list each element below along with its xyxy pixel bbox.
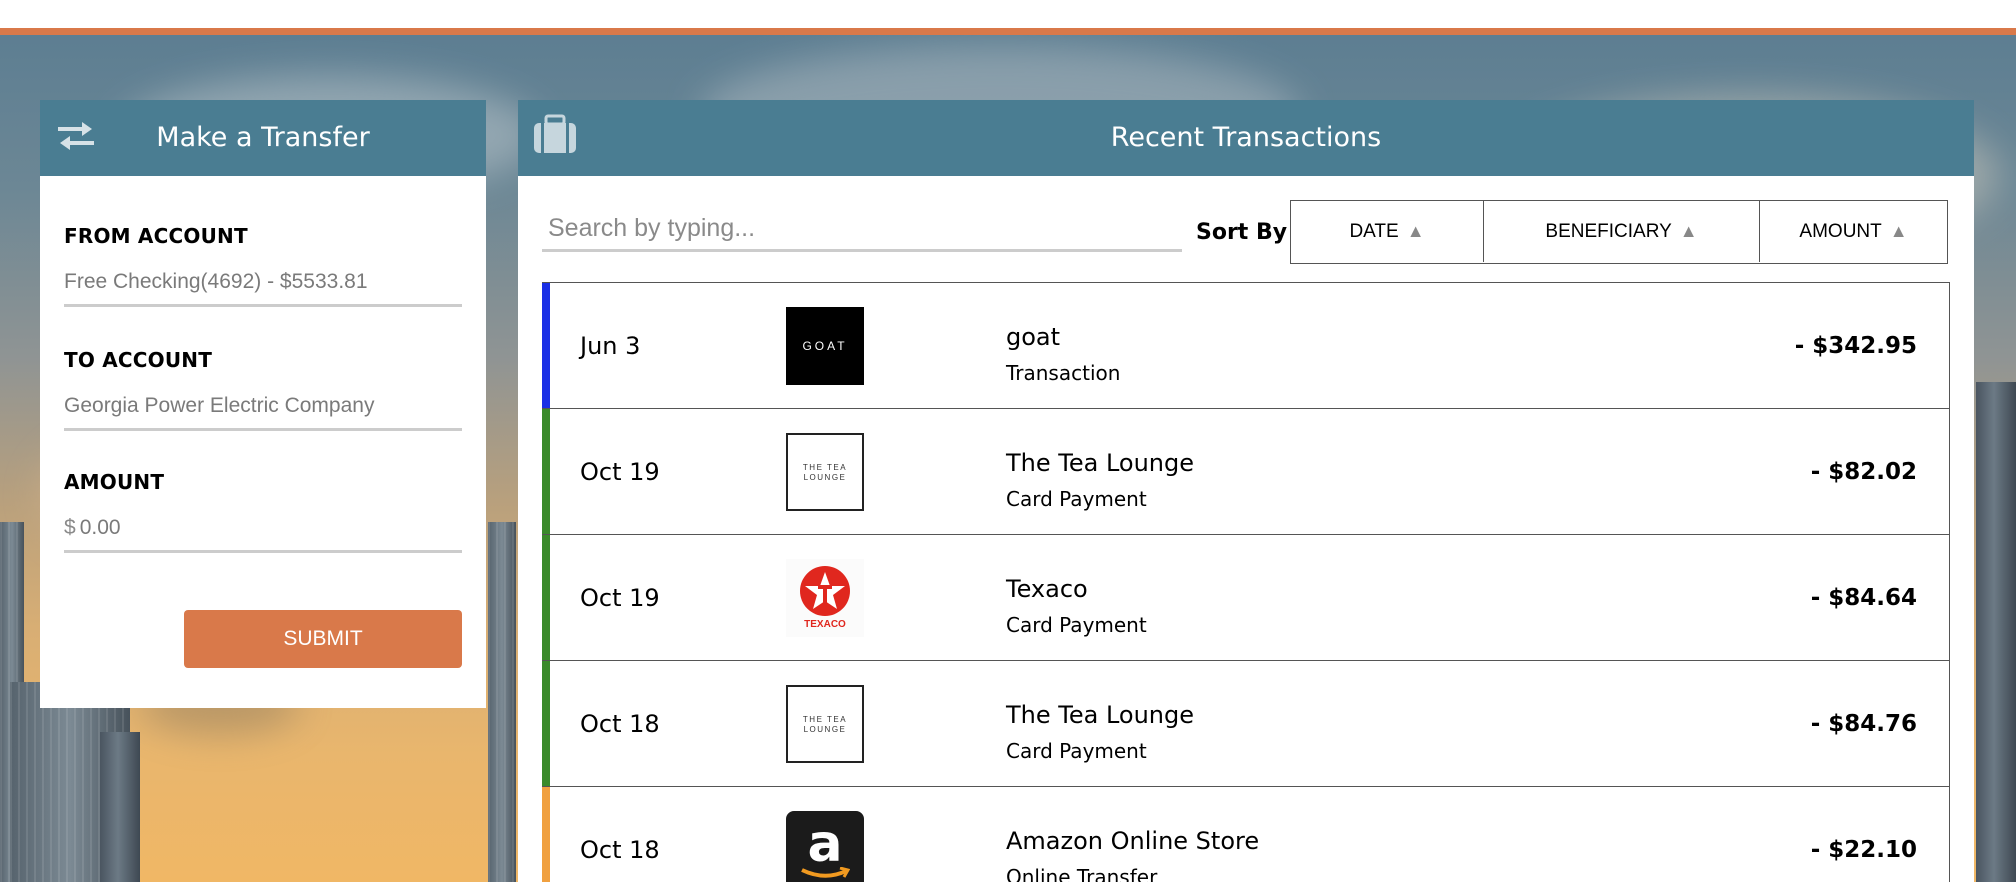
tea-lounge-logo: THE TEA LOUNGE (786, 685, 864, 763)
transfer-panel-title: Make a Transfer (156, 122, 370, 153)
transaction-type: Transaction (1006, 361, 1121, 385)
tea-lounge-logo-text: THE TEA LOUNGE (802, 715, 848, 734)
transaction-name: The Tea Lounge (1006, 449, 1195, 477)
page: Make a Transfer FROM ACCOUNT Free Checki… (0, 0, 2016, 882)
search-input[interactable] (542, 214, 1182, 243)
top-accent-bar (0, 28, 2016, 35)
goat-logo: GOAT (786, 307, 864, 385)
transaction-row[interactable]: Oct 19 THE TEA LOUNGE The Tea Lounge Car… (542, 409, 1950, 535)
transaction-name: The Tea Lounge (1006, 701, 1195, 729)
transactions-panel: Recent Transactions Sort By DATE ▲ BENEF… (518, 100, 1974, 882)
transaction-row[interactable]: Jun 3 GOAT goat Transaction - $342.95 (542, 283, 1950, 409)
transaction-list: Jun 3 GOAT goat Transaction - $342.95 Oc… (542, 282, 1950, 882)
goat-logo-text: GOAT (802, 339, 848, 353)
texaco-logo-text: TEXACO (804, 619, 846, 630)
transaction-type: Card Payment (1006, 739, 1147, 763)
transaction-name: Amazon Online Store (1006, 827, 1260, 855)
transaction-amount: - $82.02 (1810, 459, 1917, 485)
sort-date-button[interactable]: DATE ▲ (1291, 201, 1483, 262)
sort-up-icon: ▲ (1679, 221, 1698, 241)
sort-up-icon: ▲ (1406, 221, 1425, 241)
transactions-panel-title: Recent Transactions (1110, 122, 1382, 153)
transaction-date: Oct 19 (580, 584, 660, 612)
transaction-amount: - $84.76 (1810, 711, 1917, 737)
transaction-name: goat (1006, 323, 1061, 351)
sort-beneficiary-label: BENEFICIARY (1545, 220, 1672, 242)
category-accent (542, 535, 550, 660)
sort-beneficiary-button[interactable]: BENEFICIARY ▲ (1483, 201, 1759, 262)
transaction-row[interactable]: Oct 18 THE TEA LOUNGE The Tea Lounge Car… (542, 661, 1950, 787)
transaction-row[interactable]: Oct 18 a Amazon Online Store Online Tran… (542, 787, 1950, 882)
sort-amount-label: AMOUNT (1799, 220, 1882, 242)
to-account-label: TO ACCOUNT (64, 348, 213, 372)
search-field[interactable] (542, 214, 1182, 252)
transaction-date: Oct 18 (580, 836, 660, 864)
from-account-label: FROM ACCOUNT (64, 224, 248, 248)
transactions-panel-header: Recent Transactions (518, 100, 1974, 176)
sort-amount-button[interactable]: AMOUNT ▲ (1759, 201, 1947, 262)
tea-lounge-logo-text: THE TEA LOUNGE (802, 463, 848, 482)
to-account-value: Georgia Power Electric Company (64, 394, 375, 417)
texaco-logo: TEXACO (786, 559, 864, 637)
sort-options: DATE ▲ BENEFICIARY ▲ AMOUNT ▲ (1290, 200, 1948, 264)
tea-lounge-logo: THE TEA LOUNGE (786, 433, 864, 511)
sort-by-label: Sort By (1196, 220, 1288, 245)
transaction-amount: - $342.95 (1794, 333, 1917, 359)
transaction-name: Texaco (1006, 575, 1088, 603)
transaction-date: Oct 19 (580, 458, 660, 486)
sort-date-label: DATE (1349, 220, 1399, 242)
from-account-value: Free Checking(4692) - $5533.81 (64, 270, 368, 293)
category-accent (542, 409, 550, 534)
currency-symbol: $ (64, 516, 76, 539)
to-account-select[interactable]: Georgia Power Electric Company (64, 394, 462, 431)
submit-button[interactable]: SUBMIT (184, 610, 462, 668)
transaction-type: Card Payment (1006, 613, 1147, 637)
transaction-type: Online Transfer (1006, 865, 1158, 882)
sort-up-icon: ▲ (1889, 221, 1908, 241)
amount-placeholder: 0.00 (79, 516, 121, 539)
transaction-row[interactable]: Oct 19 TEXACO Texaco Card Payment - $84.… (542, 535, 1950, 661)
amount-label: AMOUNT (64, 470, 165, 494)
category-accent (542, 283, 550, 408)
transfer-arrows-icon (58, 122, 94, 150)
from-account-select[interactable]: Free Checking(4692) - $5533.81 (64, 270, 462, 307)
transfer-panel: Make a Transfer FROM ACCOUNT Free Checki… (40, 100, 486, 708)
transaction-type: Card Payment (1006, 487, 1147, 511)
transaction-date: Oct 18 (580, 710, 660, 738)
amount-input[interactable]: $0.00 (64, 516, 462, 553)
amazon-logo: a (786, 811, 864, 882)
transfer-panel-header: Make a Transfer (40, 100, 486, 176)
amazon-smile-icon (801, 867, 850, 878)
transaction-date: Jun 3 (580, 332, 641, 360)
top-spacer (0, 0, 2016, 28)
transaction-amount: - $22.10 (1810, 837, 1917, 863)
category-accent (542, 661, 550, 786)
transaction-amount: - $84.64 (1810, 585, 1917, 611)
category-accent (542, 787, 550, 882)
